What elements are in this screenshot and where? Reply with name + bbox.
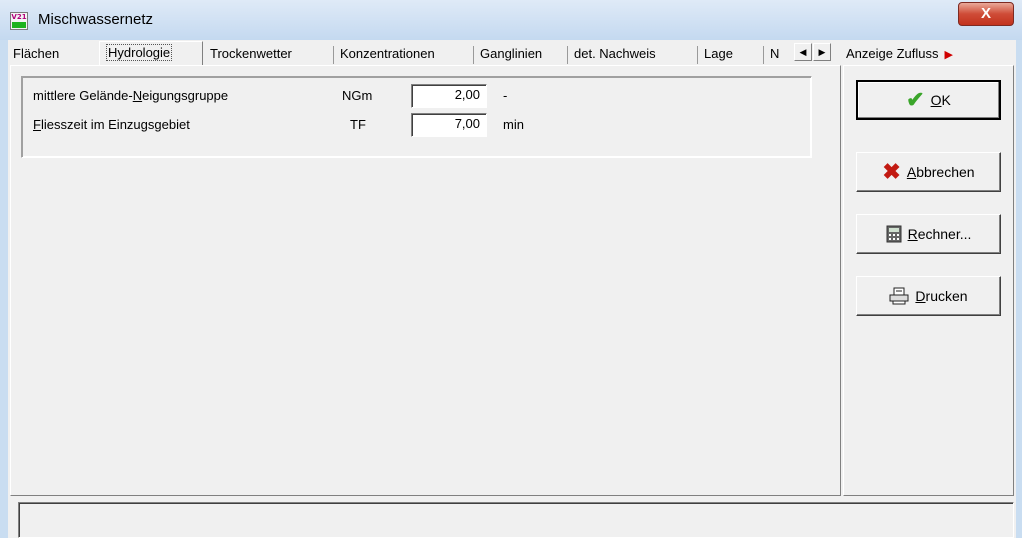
- tf-row: Fliesszeit im Einzugsgebiet TF 7,00 min: [22, 113, 811, 137]
- tab-ganglinien[interactable]: Ganglinien: [474, 44, 568, 65]
- tf-symbol: TF: [350, 117, 366, 132]
- tab-anzeige-zufluss[interactable]: Anzeige Zufluss ▶: [846, 44, 953, 65]
- play-arrow-icon: ▶: [944, 49, 953, 61]
- title-bar[interactable]: V21 Mischwassernetz X: [0, 0, 1022, 40]
- tab-konzentrationen[interactable]: Konzentrationen: [334, 44, 474, 65]
- tab-det-nachweis[interactable]: det. Nachweis: [568, 44, 698, 65]
- close-button[interactable]: X: [958, 2, 1014, 26]
- app-icon: V21: [10, 12, 28, 30]
- tf-input[interactable]: 7,00: [411, 113, 487, 137]
- tab-scroll-right-icon[interactable]: ▶: [813, 43, 831, 61]
- tab-flaechen[interactable]: Flächen: [10, 44, 103, 65]
- calculator-icon: [886, 225, 902, 243]
- tab-hydrologie[interactable]: Hydrologie: [99, 41, 203, 65]
- hydrologie-panel: mittlere Gelände-Neigungsgruppe NGm 2,00…: [10, 65, 841, 496]
- tab-lage[interactable]: Lage: [698, 44, 764, 65]
- tf-label: Fliesszeit im Einzugsgebiet: [33, 117, 190, 132]
- tab-trockenwetter[interactable]: Trockenwetter: [204, 44, 334, 65]
- x-cross-icon: ✖: [882, 159, 901, 184]
- window-title: Mischwassernetz: [38, 11, 154, 28]
- tf-unit: min: [503, 117, 524, 132]
- tab-scroll-left-icon[interactable]: ◀: [794, 43, 812, 61]
- tab-scroll-arrows: ◀ ▶: [782, 43, 836, 62]
- printer-icon: [889, 287, 909, 305]
- calculator-button-label: Rechner...: [907, 226, 972, 242]
- hydrology-group: mittlere Gelände-Neigungsgruppe NGm 2,00…: [21, 76, 812, 158]
- tab-strip: Flächen Hydrologie Trockenwetter Konzent…: [8, 40, 1016, 66]
- print-button[interactable]: Drucken: [856, 276, 1001, 316]
- calculator-button[interactable]: Rechner...: [856, 214, 1001, 254]
- print-button-label: Drucken: [915, 288, 968, 304]
- ngm-unit: -: [503, 88, 508, 103]
- ngm-input[interactable]: 2,00: [411, 84, 487, 108]
- checkmark-icon: ✔: [906, 87, 925, 112]
- dialog-window: V21 Mischwassernetz X Flächen Hydrologie…: [0, 0, 1022, 538]
- button-panel: ✔ OK ✖ Abbrechen Rechner... Drucken: [843, 65, 1014, 496]
- ngm-symbol: NGm: [342, 88, 373, 103]
- ngm-label: mittlere Gelände-Neigungsgruppe: [33, 88, 229, 103]
- client-area: Flächen Hydrologie Trockenwetter Konzent…: [8, 40, 1016, 538]
- cancel-button-label: Abbrechen: [906, 164, 975, 180]
- ok-button-label: OK: [930, 92, 951, 108]
- cancel-button[interactable]: ✖ Abbrechen: [856, 152, 1001, 192]
- ngm-row: mittlere Gelände-Neigungsgruppe NGm 2,00…: [22, 84, 811, 108]
- ok-button[interactable]: ✔ OK: [856, 80, 1001, 120]
- status-bar: [18, 502, 1014, 538]
